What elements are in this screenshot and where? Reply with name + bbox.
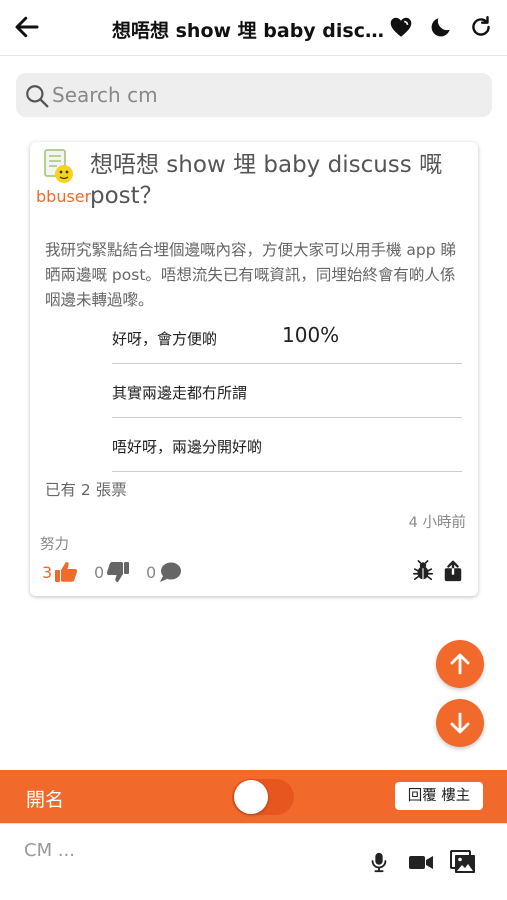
bug-report-icon[interactable]	[412, 560, 434, 582]
image-gallery-icon[interactable]	[450, 850, 476, 874]
poll-option[interactable]: 其實兩邊走都冇所謂	[112, 366, 462, 418]
post-body: 我研究緊點結合埋個邊嘅內容，方便大家可以用手機 app 睇晒兩邊嘅 post。唔…	[45, 241, 457, 309]
like-button[interactable]: 3	[42, 560, 78, 584]
page-title: 想唔想 show 埋 baby discuss 嘅 post？	[112, 20, 384, 42]
scroll-top-button[interactable]	[436, 640, 484, 688]
poll-option-label: 好呀，會方便啲	[112, 330, 218, 348]
post-title: 想唔想 show 埋 baby discuss 嘅 post？	[90, 152, 443, 209]
poll-option-percent: 100%	[282, 323, 340, 347]
moon-icon[interactable]	[428, 14, 454, 40]
back-arrow-icon[interactable]	[12, 12, 42, 42]
refresh-icon[interactable]	[468, 14, 494, 40]
arrow-down-icon	[450, 712, 470, 734]
video-camera-icon[interactable]	[408, 850, 434, 874]
search-input[interactable]	[52, 79, 482, 111]
username[interactable]: bbuser	[36, 186, 91, 208]
post-timestamp: 4 小時前	[408, 515, 466, 531]
like-count: 3	[42, 562, 53, 582]
poll-option-label: 其實兩邊走都冇所謂	[112, 384, 248, 402]
composer-bar	[0, 823, 507, 900]
anonymous-toggle[interactable]	[232, 779, 294, 815]
avatar[interactable]	[42, 148, 78, 188]
dislike-button[interactable]: 0	[94, 560, 130, 584]
heart-icon[interactable]	[388, 14, 414, 40]
comment-bubble-icon	[160, 562, 182, 582]
thumbs-up-icon	[55, 562, 78, 582]
dislike-count: 0	[94, 562, 105, 582]
post-card: bbuser 想唔想 show 埋 baby discuss 嘅 post？ 我…	[30, 142, 478, 596]
comment-input[interactable]	[24, 836, 344, 864]
thumbs-down-icon	[107, 562, 130, 582]
poll-option[interactable]: 好呀，會方便啲 100%	[112, 312, 462, 364]
search-bar[interactable]	[16, 73, 492, 117]
share-icon[interactable]	[442, 560, 464, 582]
microphone-icon[interactable]	[368, 850, 394, 874]
arrow-up-icon	[450, 653, 470, 675]
reply-op-button[interactable]: 回覆 樓主	[395, 782, 483, 810]
comment-button[interactable]: 0	[146, 560, 182, 584]
search-icon	[26, 85, 49, 108]
anonymous-label: 開名	[26, 789, 65, 811]
comment-count: 0	[146, 562, 157, 582]
reply-bar: 開名 回覆 樓主	[0, 770, 507, 823]
poll-option[interactable]: 唔好呀，兩邊分開好啲	[112, 420, 462, 472]
top-bar: 想唔想 show 埋 baby discuss 嘅 post？	[0, 0, 507, 56]
vote-count: 已有 2 張票	[45, 481, 127, 499]
scroll-bottom-button[interactable]	[436, 699, 484, 747]
effort-label: 努力	[40, 537, 69, 553]
toggle-knob	[234, 780, 268, 814]
poll-option-label: 唔好呀，兩邊分開好啲	[112, 438, 263, 456]
